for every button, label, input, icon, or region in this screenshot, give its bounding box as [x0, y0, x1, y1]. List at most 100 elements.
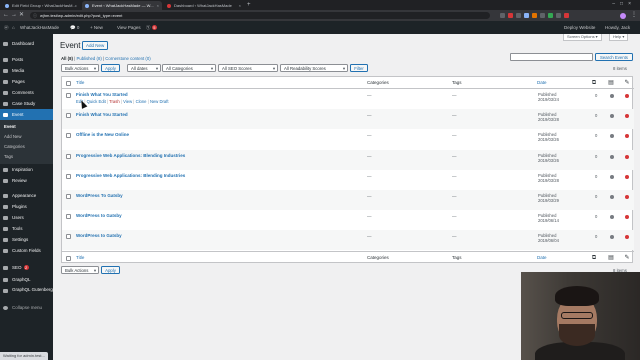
- view-cornerstone[interactable]: Cornerstone content (0): [105, 56, 150, 61]
- readability-filter-select[interactable]: All Readability Scores: [280, 64, 348, 72]
- row-checkbox[interactable]: [66, 133, 71, 139]
- select-all-checkbox[interactable]: [66, 80, 71, 86]
- row-title-link[interactable]: Finish What You Started: [76, 112, 128, 117]
- column-date[interactable]: Date: [537, 77, 547, 89]
- menu-icon[interactable]: ⋮: [631, 12, 637, 19]
- search-events-button[interactable]: Search Events: [595, 53, 633, 61]
- row-title-link[interactable]: WordPress to Gatsby: [76, 233, 122, 238]
- close-icon[interactable]: ×: [239, 1, 241, 10]
- reload-icon[interactable]: ✕: [19, 12, 24, 19]
- browser-tab-active[interactable]: Event ‹ WhatJackHasMade — W... ×: [82, 1, 162, 10]
- apply-button-bottom[interactable]: Apply: [101, 266, 120, 274]
- submenu-item-categories[interactable]: Categories: [0, 142, 53, 151]
- updates-indicator[interactable]: Ⓨ 5: [146, 21, 157, 34]
- sidebar-item-graphql-gutenberg[interactable]: GraphQL Gutenberg: [0, 285, 53, 301]
- profile-avatar[interactable]: [620, 13, 626, 19]
- extension-icon[interactable]: [524, 13, 529, 18]
- sidebar-item-comments[interactable]: Comments: [0, 87, 53, 98]
- bulk-actions-select[interactable]: Bulk Actions: [61, 64, 99, 72]
- column-title-footer[interactable]: Title: [76, 252, 84, 264]
- filter-button[interactable]: Filter: [350, 64, 368, 72]
- readability-icon[interactable]: ✎: [624, 255, 630, 261]
- row-checkbox[interactable]: [66, 214, 71, 220]
- row-title-link[interactable]: Offline is the New Online: [76, 132, 129, 137]
- clone-link[interactable]: Clone: [136, 99, 147, 104]
- extension-icon[interactable]: [532, 13, 537, 18]
- site-name[interactable]: WhatJackHasMade: [20, 21, 59, 34]
- new-draft-link[interactable]: New Draft: [150, 99, 169, 104]
- row-checkbox[interactable]: [66, 113, 71, 119]
- sidebar-item-plugins[interactable]: Plugins: [0, 201, 53, 212]
- column-date-footer[interactable]: Date: [537, 252, 547, 264]
- row-title-link[interactable]: Progressive Web Applications: Blending I…: [76, 173, 185, 178]
- links-icon[interactable]: ⧉: [591, 255, 597, 261]
- submenu-item-add-new[interactable]: Add New: [0, 132, 53, 141]
- url-input[interactable]: ⓘ wjhm.test/wp-admin/edit.php?post_type=…: [30, 12, 490, 19]
- comments-indicator[interactable]: 💬 0: [70, 21, 79, 34]
- sidebar-item-appearance[interactable]: Appearance: [0, 190, 53, 201]
- view-link[interactable]: View: [123, 99, 132, 104]
- new-content-button[interactable]: + New: [90, 21, 103, 34]
- sidebar-item-seo[interactable]: SEO 2: [0, 262, 53, 273]
- view-pages-link[interactable]: View Pages: [117, 21, 141, 34]
- row-checkbox[interactable]: [66, 93, 71, 98]
- column-title[interactable]: Title: [76, 77, 84, 89]
- forward-icon[interactable]: →: [11, 12, 17, 19]
- row-title-link[interactable]: Progressive Web Applications: Blending I…: [76, 153, 185, 158]
- bulk-actions-select-bottom[interactable]: Bulk Actions: [61, 266, 99, 274]
- home-icon[interactable]: ⌂: [12, 21, 15, 34]
- extension-icon[interactable]: [564, 13, 569, 18]
- extension-icon[interactable]: [508, 13, 513, 18]
- sidebar-item-pages[interactable]: Pages: [0, 76, 53, 87]
- collapse-menu-button[interactable]: Collapse menu: [0, 302, 53, 313]
- browser-tab[interactable]: Edit Field Group ‹ WhatJackHasM... ×: [2, 1, 80, 10]
- date-filter-select[interactable]: All dates: [127, 64, 161, 72]
- apply-button[interactable]: Apply: [101, 64, 120, 72]
- links-icon[interactable]: ⧉: [591, 80, 597, 86]
- extension-icon[interactable]: [516, 13, 521, 18]
- row-checkbox[interactable]: [66, 153, 71, 159]
- sidebar-item-case-study[interactable]: Case Study: [0, 98, 53, 109]
- screen-options-button[interactable]: Screen Options ▾: [563, 34, 602, 41]
- extension-icon[interactable]: [556, 13, 561, 18]
- sidebar-item-inspiration[interactable]: Inspiration: [0, 164, 53, 175]
- wordpress-logo-icon[interactable]: ⓦ: [4, 21, 9, 34]
- view-all[interactable]: All (8): [61, 56, 73, 61]
- sidebar-item-tools[interactable]: Tools: [0, 223, 53, 234]
- submenu-item-tags[interactable]: Tags: [0, 152, 53, 161]
- row-title-link[interactable]: Finish What You Started: [76, 92, 128, 97]
- sidebar-item-dashboard[interactable]: Dashboard: [0, 38, 53, 49]
- help-button[interactable]: Help ▾: [609, 34, 629, 41]
- howdy-user-menu[interactable]: Howdy, Jack: [605, 21, 630, 34]
- close-icon[interactable]: ×: [157, 1, 159, 10]
- new-tab-button[interactable]: +: [247, 1, 251, 9]
- sidebar-item-media[interactable]: Media: [0, 65, 53, 76]
- window-controls[interactable]: –□×: [612, 1, 636, 7]
- readability-icon[interactable]: ✎: [624, 80, 630, 86]
- sidebar-item-event[interactable]: Event: [0, 109, 53, 120]
- add-new-button[interactable]: Add New: [82, 41, 109, 50]
- deploy-website-button[interactable]: Deploy Website: [564, 21, 595, 34]
- submenu-item-event[interactable]: Event: [0, 122, 53, 131]
- quick-edit-link[interactable]: Quick Edit: [87, 99, 106, 104]
- sidebar-item-users[interactable]: Users: [0, 212, 53, 223]
- sidebar-item-settings[interactable]: Settings: [0, 234, 53, 245]
- linked-icon[interactable]: ▤: [608, 255, 614, 261]
- extension-icon[interactable]: [540, 13, 545, 18]
- sidebar-item-posts[interactable]: Posts: [0, 54, 53, 65]
- view-published[interactable]: Published (8): [76, 56, 101, 61]
- row-title-link[interactable]: WordPress To Gatsby: [76, 193, 123, 198]
- select-all-checkbox-footer[interactable]: [66, 255, 71, 261]
- extension-icon[interactable]: [548, 13, 553, 18]
- seo-filter-select[interactable]: All SEO Scores: [218, 64, 278, 72]
- category-filter-select[interactable]: All Categories: [162, 64, 216, 72]
- browser-tab[interactable]: Dashboard ‹ WhatJackHasMade ×: [164, 1, 244, 10]
- row-checkbox[interactable]: [66, 173, 71, 179]
- search-input[interactable]: [510, 53, 593, 61]
- sidebar-item-custom-fields[interactable]: Custom Fields: [0, 245, 53, 256]
- close-icon[interactable]: ×: [75, 1, 77, 10]
- back-icon[interactable]: ←: [3, 12, 9, 19]
- row-title-link[interactable]: WordPress to Gatsby: [76, 213, 122, 218]
- row-checkbox[interactable]: [66, 234, 71, 240]
- linked-icon[interactable]: ▤: [608, 80, 614, 86]
